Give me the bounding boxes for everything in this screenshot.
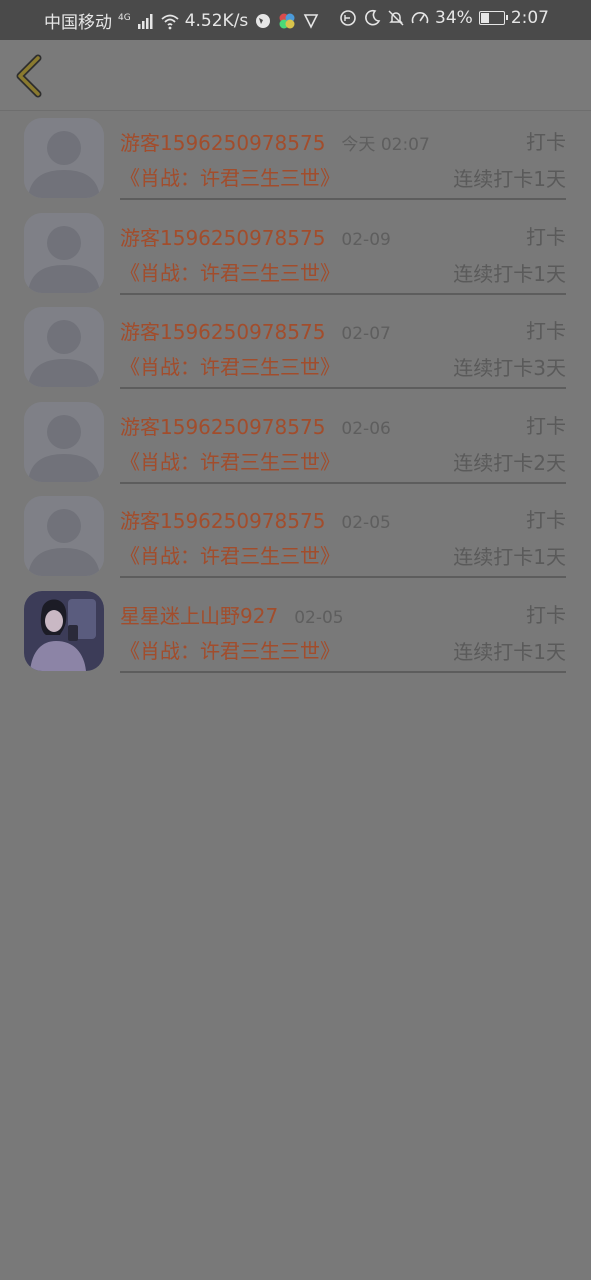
avatar[interactable] — [24, 496, 104, 577]
mute-bell-icon — [388, 10, 404, 26]
action-label: 打卡 — [526, 413, 566, 438]
app-bar — [0, 40, 591, 111]
avatar[interactable] — [24, 401, 104, 482]
back-button[interactable] — [10, 52, 54, 100]
status-bar: 中国移动 4G 4.52K/s 34% 2:07 — [0, 0, 591, 40]
default-avatar-icon — [24, 118, 104, 198]
user-name-text: 游客1596250978575 — [120, 131, 326, 155]
streak-label: 连续打卡1天 — [453, 545, 566, 570]
record-time: 02-07 — [341, 324, 391, 345]
signal-icon — [137, 13, 153, 29]
wifi-icon — [161, 14, 179, 29]
user-name[interactable]: 游客1596250978575 02-07 — [120, 316, 391, 345]
list-item[interactable]: 游客1596250978575 今天 02:07 打卡 《肖战：许君三生三世》 连… — [0, 114, 591, 209]
book-title[interactable]: 《肖战：许君三生三世》 — [120, 540, 340, 569]
streak-label: 连续打卡1天 — [453, 261, 566, 286]
battery-percent: 34% — [435, 8, 473, 28]
book-title[interactable]: 《肖战：许君三生三世》 — [120, 446, 340, 475]
hd-icon — [340, 10, 356, 26]
list-item[interactable]: 游客1596250978575 02-05 打卡 《肖战：许君三生三世》 连续打卡… — [0, 492, 591, 587]
record-content: 游客1596250978575 02-07 打卡 《肖战：许君三生三世》 连续打卡… — [120, 303, 566, 390]
globe-icon — [256, 13, 271, 28]
user-photo-avatar — [24, 590, 104, 671]
book-title[interactable]: 《肖战：许君三生三世》 — [120, 162, 340, 191]
user-name-text: 星星迷上山野927 — [120, 603, 279, 628]
list-item[interactable]: 游客1596250978575 02-09 打卡 《肖战：许君三生三世》 连续打卡… — [0, 209, 591, 304]
user-name-text: 游客1596250978575 — [120, 414, 326, 439]
record-content: 星星迷上山野927 02-05 打卡 《肖战：许君三生三世》 连续打卡1天 — [120, 587, 566, 673]
record-time: 今天 02:07 — [341, 135, 430, 155]
avatar[interactable] — [24, 307, 104, 388]
user-name[interactable]: 游客1596250978575 02-05 — [120, 505, 391, 534]
streak-label: 连续打卡2天 — [453, 450, 566, 475]
user-name[interactable]: 游客1596250978575 02-06 — [120, 411, 391, 440]
record-content: 游客1596250978575 02-09 打卡 《肖战：许君三生三世》 连续打卡… — [120, 209, 566, 295]
record-content: 游客1596250978575 今天 02:07 打卡 《肖战：许君三生三世》 连… — [120, 114, 566, 200]
avatar[interactable] — [24, 212, 104, 293]
list-item[interactable]: 游客1596250978575 02-06 打卡 《肖战：许君三生三世》 连续打卡… — [0, 398, 591, 493]
list-item[interactable]: 星星迷上山野927 02-05 打卡 《肖战：许君三生三世》 连续打卡1天 — [0, 587, 591, 682]
battery-fill — [480, 13, 489, 23]
action-label: 打卡 — [526, 224, 566, 249]
record-time: 02-05 — [341, 513, 391, 534]
user-name[interactable]: 游客1596250978575 02-09 — [120, 222, 391, 251]
avatar[interactable] — [24, 118, 104, 198]
record-time: 02-06 — [341, 418, 391, 439]
user-name-text: 游客1596250978575 — [120, 509, 326, 534]
default-avatar-icon — [24, 307, 104, 388]
streak-label: 连续打卡1天 — [453, 167, 566, 191]
action-label: 打卡 — [526, 319, 566, 344]
status-right: 34% 2:07 — [339, 8, 549, 28]
status-left: 中国移动 4G 4.52K/s — [44, 8, 320, 33]
user-name-text: 游客1596250978575 — [120, 225, 326, 250]
user-name-text: 游客1596250978575 — [120, 320, 326, 345]
action-label: 打卡 — [526, 130, 566, 154]
streak-label: 连续打卡1天 — [453, 639, 566, 664]
action-label: 打卡 — [526, 508, 566, 533]
avatar[interactable] — [24, 590, 104, 671]
default-avatar-icon — [24, 212, 104, 293]
moon-icon — [365, 9, 381, 26]
battery-icon — [478, 11, 508, 25]
record-content: 游客1596250978575 02-06 打卡 《肖战：许君三生三世》 连续打卡… — [120, 398, 566, 484]
action-label: 打卡 — [526, 602, 566, 627]
book-title[interactable]: 《肖战：许君三生三世》 — [120, 635, 340, 664]
user-name[interactable]: 星星迷上山野927 02-05 — [120, 600, 344, 629]
carrier-label: 中国移动 — [44, 13, 112, 33]
chevron-left-icon — [16, 54, 42, 98]
default-avatar-icon — [24, 496, 104, 577]
network-type: 4G — [118, 12, 131, 23]
net-speed: 4.52K/s — [184, 10, 249, 31]
streak-label: 连续打卡3天 — [453, 356, 566, 381]
book-title[interactable]: 《肖战：许君三生三世》 — [120, 257, 340, 286]
book-title[interactable]: 《肖战：许君三生三世》 — [120, 351, 340, 380]
record-time: 02-05 — [294, 607, 344, 628]
app-icon — [279, 13, 295, 28]
clock: 2:07 — [510, 8, 549, 28]
default-avatar-icon — [24, 401, 104, 482]
checkin-list: 游客1596250978575 今天 02:07 打卡 《肖战：许君三生三世》 连… — [0, 114, 591, 682]
speedometer-icon — [411, 12, 429, 24]
user-name[interactable]: 游客1596250978575 今天 02:07 — [120, 127, 430, 156]
record-time: 02-09 — [341, 229, 391, 250]
list-item[interactable]: 游客1596250978575 02-07 打卡 《肖战：许君三生三世》 连续打卡… — [0, 303, 591, 398]
shield-icon — [304, 13, 319, 29]
record-content: 游客1596250978575 02-05 打卡 《肖战：许君三生三世》 连续打卡… — [120, 492, 566, 579]
